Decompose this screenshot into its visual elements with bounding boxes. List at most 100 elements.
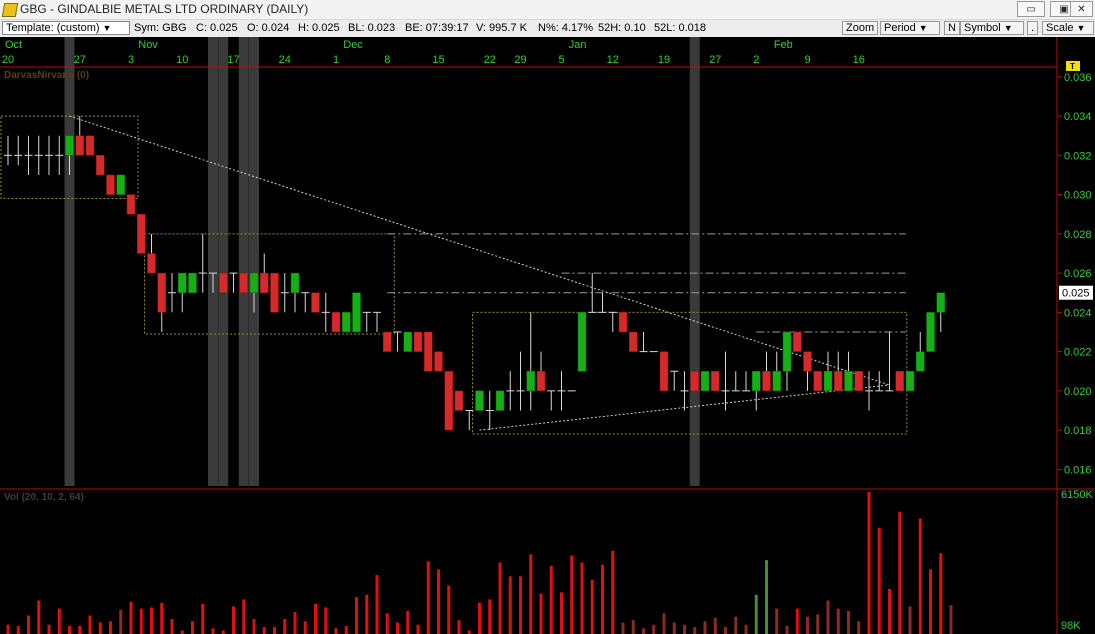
price-tick-label: 0.020 <box>1064 386 1092 398</box>
day-tick-label: 19 <box>658 54 670 66</box>
grey-band <box>238 37 249 486</box>
volume-bar <box>344 625 348 634</box>
minimize-button[interactable]: ▭ <box>1017 1 1045 17</box>
volume-bar <box>27 615 30 634</box>
chevron-down-icon: ▼ <box>102 23 112 33</box>
volume-bar <box>703 621 707 634</box>
volume-bar <box>170 618 174 634</box>
candle-up <box>475 390 484 411</box>
day-tick-label: 5 <box>558 54 564 66</box>
candle-up <box>116 174 125 195</box>
volume-bar <box>519 576 522 634</box>
volume-bar <box>314 603 317 634</box>
price-tick-label: 0.016 <box>1064 464 1092 476</box>
candle-up <box>916 351 925 372</box>
candle-down <box>762 370 771 392</box>
template-select[interactable]: Template: (custom) ▼ <box>2 21 130 35</box>
volume-bar <box>744 624 748 634</box>
zoom-button[interactable]: Zoom <box>842 21 879 35</box>
volume-bar <box>109 621 112 634</box>
volume-bar <box>898 511 902 634</box>
day-tick-label: 27 <box>74 54 86 66</box>
high-readout: H: 0.025 <box>298 22 340 34</box>
volume-bar <box>488 599 492 634</box>
volume-bar <box>467 630 471 634</box>
candle-down <box>434 351 443 372</box>
candle-down <box>854 370 863 392</box>
candle-down <box>219 272 228 293</box>
candle-down <box>331 312 341 333</box>
price-tick-label: 0.022 <box>1064 347 1092 359</box>
volume-bar <box>98 622 102 634</box>
candle-down <box>659 351 669 392</box>
volume-bar <box>303 621 307 634</box>
price-tick-label: 0.034 <box>1064 111 1092 123</box>
day-tick-label: 10 <box>176 54 188 66</box>
candle-up <box>823 370 833 392</box>
volume-bar <box>580 562 584 634</box>
candle-up <box>526 370 535 392</box>
candle-down <box>803 351 812 372</box>
volume-bar <box>549 565 553 634</box>
day-tick-label: 12 <box>607 54 619 66</box>
volume-bar <box>929 569 932 634</box>
symbol-select-label: Symbol <box>964 22 1001 34</box>
volume-bar <box>611 550 615 634</box>
day-tick-label: 9 <box>804 54 810 66</box>
volume-bar <box>713 617 717 634</box>
day-tick-label: 15 <box>432 54 444 66</box>
volume-bar <box>232 606 235 634</box>
scale-select[interactable]: Scale ▼ <box>1042 21 1094 35</box>
price-tick-label: 0.036 <box>1064 72 1092 84</box>
open-readout: O: 0.024 <box>247 22 290 34</box>
volume-bar <box>385 613 389 634</box>
candle-down <box>96 155 105 176</box>
volume-bar <box>37 600 41 634</box>
volume-bar <box>631 620 635 634</box>
volume-bar <box>939 553 943 634</box>
volume-bar <box>765 560 768 634</box>
volume-bar <box>180 630 184 634</box>
day-tick-label: 17 <box>227 54 239 66</box>
month-label: Nov <box>138 39 158 51</box>
candle-up <box>178 272 187 293</box>
grey-band <box>689 37 700 486</box>
volume-bar <box>683 624 686 634</box>
candle-down <box>454 390 464 411</box>
dot-button[interactable]: . <box>1027 21 1039 35</box>
volume-bar <box>508 576 512 634</box>
close-readout: C: 0.025 <box>196 22 238 34</box>
n-button[interactable]: N <box>944 21 960 35</box>
close-button[interactable]: ✕ <box>1070 1 1093 17</box>
volume-bar <box>252 618 256 634</box>
day-tick-label: 8 <box>384 54 390 66</box>
candle-down <box>618 312 628 333</box>
volume-bar <box>293 612 297 634</box>
price-tick-label: 0.030 <box>1064 190 1092 202</box>
app-logo-icon <box>1 3 19 17</box>
candle-up <box>352 292 361 333</box>
day-tick-label: 1 <box>333 54 339 66</box>
candle-down <box>270 272 279 313</box>
volume-bar <box>150 607 153 634</box>
price-tick-label: 0.028 <box>1064 229 1092 241</box>
candle-down <box>793 331 802 352</box>
candle-down <box>147 253 156 274</box>
month-label: Dec <box>343 39 363 51</box>
candle-down <box>126 194 136 215</box>
day-tick-label: 22 <box>484 54 496 66</box>
volume-bar <box>816 614 820 634</box>
be-readout: BE: 07:39:17 <box>405 22 469 34</box>
candle-up <box>249 272 259 293</box>
period-select[interactable]: Period ▼ <box>880 21 940 35</box>
price-chart[interactable]: Oct Nov Dec Jan Feb20 27 3 10 17 24 1 8 15 22 29 5 12 19 2… <box>0 37 1095 634</box>
candle-up <box>782 331 792 372</box>
candle-down <box>444 370 453 431</box>
symbol-select[interactable]: Symbol ▼ <box>960 21 1024 35</box>
volume-bar <box>560 592 563 634</box>
volume-bar <box>160 602 164 634</box>
volume-bar <box>119 609 123 634</box>
volume-bar <box>221 630 225 634</box>
volume-bar <box>652 624 656 634</box>
month-label: Jan <box>569 39 587 51</box>
